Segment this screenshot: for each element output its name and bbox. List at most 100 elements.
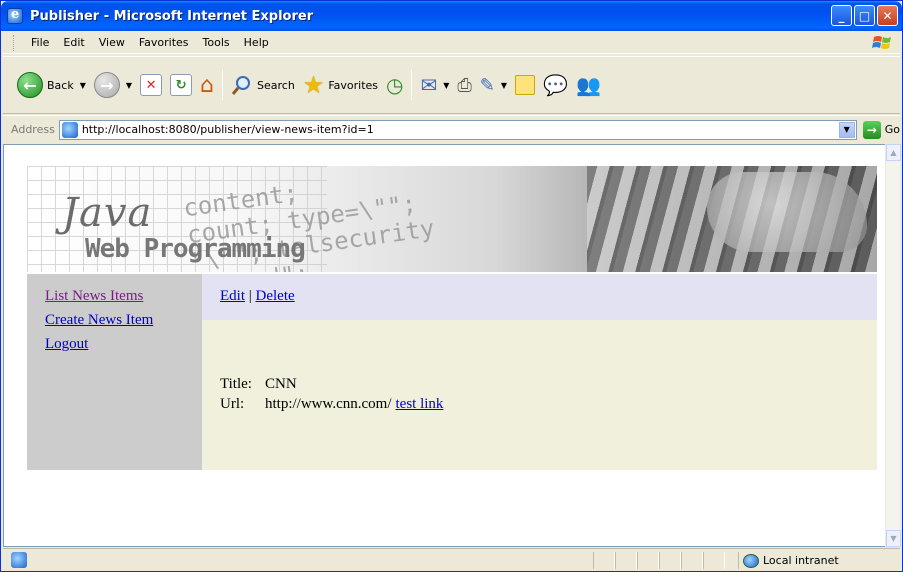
banner-title-web-programming: Web Programming xyxy=(85,234,306,264)
url-label: Url: xyxy=(220,396,245,412)
search-label: Search xyxy=(257,78,295,92)
discuss-button[interactable]: 💬 xyxy=(539,68,572,102)
mail-dropdown-icon[interactable]: ▼ xyxy=(443,81,449,90)
address-url[interactable]: http://localhost:8080/publisher/view-new… xyxy=(82,123,374,136)
mail-button[interactable]: ✉ ▼ xyxy=(416,68,453,102)
zone-label: Local intranet xyxy=(763,554,839,567)
address-label: Address xyxy=(11,123,55,136)
standard-toolbar: ← Back ▼ → ▼ ✕ ↻ ⌂ Search ★ Favorites ◷ … xyxy=(3,56,900,114)
toolbar-separator xyxy=(411,70,413,100)
status-bar: Local intranet xyxy=(3,548,900,571)
test-link[interactable]: test link xyxy=(396,396,444,416)
favorites-button[interactable]: ★ Favorites xyxy=(299,68,382,102)
favorites-star-icon: ★ xyxy=(302,71,325,99)
close-button[interactable]: ✕ xyxy=(877,5,898,26)
scroll-down-icon[interactable]: ▼ xyxy=(886,530,901,547)
back-arrow-icon: ← xyxy=(17,72,43,98)
messenger-button[interactable]: 👥 xyxy=(572,68,605,102)
mail-icon: ✉ xyxy=(420,73,438,97)
go-label: Go xyxy=(884,123,900,136)
go-arrow-icon: → xyxy=(862,120,881,139)
sidebar: List News Items Create News Item Logout xyxy=(27,274,202,470)
print-button[interactable]: ⎙ xyxy=(453,68,475,102)
menu-favorites[interactable]: Favorites xyxy=(132,34,196,51)
search-icon xyxy=(231,76,250,95)
status-pane xyxy=(637,552,659,569)
windows-logo-icon xyxy=(872,36,891,49)
refresh-button[interactable]: ↻ xyxy=(166,68,196,102)
back-label: Back xyxy=(47,78,74,92)
favorites-label: Favorites xyxy=(328,78,379,92)
title-value: CNN xyxy=(265,376,297,392)
status-pane xyxy=(659,552,681,569)
scroll-up-icon[interactable]: ▲ xyxy=(886,144,901,161)
delete-link[interactable]: Delete xyxy=(256,288,295,304)
status-pane xyxy=(593,552,615,569)
stop-button[interactable]: ✕ xyxy=(136,68,166,102)
go-button[interactable]: → Go xyxy=(862,120,900,139)
list-news-items-link[interactable]: List News Items xyxy=(45,288,202,305)
back-dropdown-icon[interactable]: ▼ xyxy=(80,81,86,90)
menu-tools[interactable]: Tools xyxy=(196,34,237,51)
intranet-globe-icon xyxy=(743,553,759,568)
messenger-icon: 👥 xyxy=(575,73,601,97)
banner-hand-image xyxy=(707,172,867,252)
edit-link[interactable]: Edit xyxy=(220,288,245,304)
stop-icon: ✕ xyxy=(140,74,163,96)
security-zone[interactable]: Local intranet xyxy=(738,552,839,569)
status-panes xyxy=(593,552,725,569)
menu-view[interactable]: View xyxy=(92,34,132,51)
forward-dropdown-icon[interactable]: ▼ xyxy=(126,81,132,90)
logout-link[interactable]: Logout xyxy=(45,336,202,353)
forward-arrow-icon: → xyxy=(93,72,120,98)
maximize-button[interactable]: □ xyxy=(854,5,875,26)
vertical-scrollbar[interactable]: ▲ ▼ xyxy=(885,144,901,547)
menu-edit[interactable]: Edit xyxy=(56,34,91,51)
minimize-button[interactable]: _ xyxy=(831,5,852,26)
refresh-icon: ↻ xyxy=(170,74,193,96)
toolbar-grip[interactable] xyxy=(13,34,16,51)
edit-dropdown-icon[interactable]: ▼ xyxy=(501,81,507,90)
menu-file[interactable]: File xyxy=(24,34,56,51)
edit-page-icon: ✎ xyxy=(479,74,495,96)
title-label: Title: xyxy=(220,376,252,392)
address-bar: Address http://localhost:8080/publisher/… xyxy=(3,115,900,143)
print-icon: ⎙ xyxy=(457,74,472,96)
history-button[interactable]: ◷ xyxy=(382,68,407,102)
forward-button[interactable]: → ▼ xyxy=(90,68,136,102)
url-value: http://www.cnn.com/ xyxy=(265,396,392,412)
window-title: Publisher - Microsoft Internet Explorer xyxy=(30,8,314,24)
discuss-icon: 💬 xyxy=(543,73,568,97)
menu-bar: File Edit View Favorites Tools Help xyxy=(3,32,900,54)
status-pane xyxy=(615,552,637,569)
search-button[interactable]: Search xyxy=(227,68,299,102)
status-pane xyxy=(703,552,725,569)
menu-help[interactable]: Help xyxy=(237,34,276,51)
title-row: Title: CNN xyxy=(220,376,877,396)
address-dropdown-icon[interactable]: ▼ xyxy=(838,121,855,138)
note-icon xyxy=(515,75,536,95)
toolbar-separator xyxy=(222,70,223,100)
page-viewport: content; count; type=\""; "\""; talsecur… xyxy=(3,144,889,547)
history-icon: ◷ xyxy=(386,73,404,97)
url-row: Url: http://www.cnn.com/ test link xyxy=(220,396,877,416)
title-bar[interactable]: Publisher - Microsoft Internet Explorer … xyxy=(1,1,902,31)
action-separator: | xyxy=(248,288,252,304)
address-input[interactable]: http://localhost:8080/publisher/view-new… xyxy=(58,119,857,140)
notes-button[interactable] xyxy=(511,68,539,102)
banner-title-java: Java xyxy=(62,190,153,236)
create-news-item-link[interactable]: Create News Item xyxy=(45,312,202,329)
edit-page-button[interactable]: ✎ ▼ xyxy=(476,68,511,102)
news-item-details: Title: CNN Url: http://www.cnn.com/ test… xyxy=(202,320,877,470)
window-controls: _ □ ✕ xyxy=(831,5,898,26)
page-icon xyxy=(61,121,78,138)
ie-icon xyxy=(7,7,23,24)
status-pane xyxy=(681,552,703,569)
home-button[interactable]: ⌂ xyxy=(196,68,218,102)
action-bar: Edit | Delete xyxy=(202,274,877,320)
status-page-icon xyxy=(11,552,27,568)
back-button[interactable]: ← Back ▼ xyxy=(13,68,90,102)
page-layout: List News Items Create News Item Logout … xyxy=(27,274,877,470)
home-icon: ⌂ xyxy=(200,72,214,98)
site-banner: content; count; type=\""; "\""; talsecur… xyxy=(27,166,877,272)
